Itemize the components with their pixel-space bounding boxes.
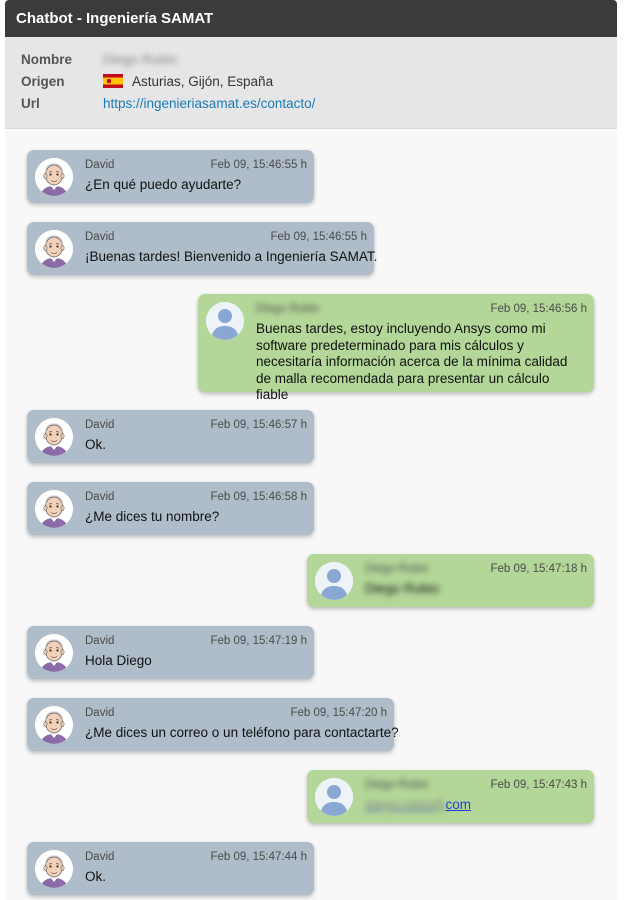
chat-transcript-window: Chatbot - Ingeniería SAMAT Nombre Diego … xyxy=(5,0,617,900)
message-sender: Diego Rubio xyxy=(365,563,429,575)
message-sender: David xyxy=(85,231,115,243)
user-avatar-icon xyxy=(315,778,353,816)
bot-avatar xyxy=(35,490,73,528)
origen-label: Origen xyxy=(21,74,65,89)
message-text: diego.rubio@com xyxy=(365,797,471,814)
nombre-label: Nombre xyxy=(21,52,73,67)
visitor-url-link[interactable]: https://ingenieriasamat.es/contacto/ xyxy=(103,96,315,111)
user-avatar-icon xyxy=(315,562,353,600)
bot-avatar xyxy=(35,706,73,744)
message-timestamp: Feb 09, 15:47:43 h xyxy=(490,779,587,791)
bot-avatar xyxy=(35,634,73,672)
message-timestamp: Feb 09, 15:46:55 h xyxy=(210,159,307,171)
visitor-origin-value: Asturias, Gijón, España xyxy=(103,72,273,92)
bot-avatar xyxy=(35,850,73,888)
bot-avatar xyxy=(35,158,73,196)
user-avatar-icon xyxy=(206,302,244,340)
origin-text: Asturias, Gijón, España xyxy=(132,74,274,89)
message-text: Ok. xyxy=(85,437,107,452)
message-text: Hola Diego xyxy=(85,653,152,668)
message-text: ¿Me dices un correo o un teléfono para c… xyxy=(85,725,399,740)
contact-email-link[interactable]: diego.rubio@com xyxy=(365,797,471,812)
bot-avatar xyxy=(35,230,73,268)
message-timestamp: Feb 09, 15:47:18 h xyxy=(490,563,587,575)
message-text: ¿En qué puedo ayudarte? xyxy=(85,177,242,192)
message-timestamp: Feb 09, 15:46:57 h xyxy=(210,419,307,431)
email-visible-part: com xyxy=(445,797,472,812)
visitor-info-panel: Nombre Diego Rubio Origen Asturias, Gijó… xyxy=(5,37,617,129)
spain-flag-icon xyxy=(103,74,123,88)
message-text: Buenas tardes, estoy incluyendo Ansys co… xyxy=(256,321,568,402)
message-timestamp: Feb 09, 15:46:56 h xyxy=(490,303,587,315)
message-text: Diego Rubio xyxy=(365,581,440,596)
bot-message: David Feb 09, 15:46:55 h ¿En qué puedo a… xyxy=(27,150,314,203)
email-hidden-part: diego.rubio@ xyxy=(365,797,446,812)
message-timestamp: Feb 09, 15:47:20 h xyxy=(290,707,387,719)
message-timestamp: Feb 09, 15:47:19 h xyxy=(210,635,307,647)
message-sender: David xyxy=(85,159,115,171)
visitor-name-value: Diego Rubio xyxy=(103,52,178,67)
user-message: Diego Rubio Feb 09, 15:46:56 h Buenas ta… xyxy=(198,294,594,402)
message-text: ¿Me dices tu nombre? xyxy=(85,509,220,524)
window-title: Chatbot - Ingeniería SAMAT xyxy=(5,0,617,37)
message-timestamp: Feb 09, 15:46:55 h xyxy=(270,231,367,243)
bot-message: David Feb 09, 15:47:44 h Ok. xyxy=(27,842,314,895)
user-message: Diego Rubio Feb 09, 15:47:18 h Diego Rub… xyxy=(307,554,594,607)
message-sender: David xyxy=(85,851,115,863)
user-message: Diego Rubio Feb 09, 15:47:43 h diego.rub… xyxy=(307,770,594,823)
url-label: Url xyxy=(21,96,40,111)
message-sender: Diego Rubio xyxy=(256,303,320,315)
message-text: ¡Buenas tardes! Bienvenido a Ingeniería … xyxy=(85,249,378,264)
bot-message: David Feb 09, 15:46:55 h ¡Buenas tardes!… xyxy=(27,222,378,275)
bot-message: David Feb 09, 15:46:57 h Ok. xyxy=(27,410,314,463)
message-timestamp: Feb 09, 15:46:58 h xyxy=(210,491,307,503)
message-timestamp: Feb 09, 15:47:44 h xyxy=(210,851,307,863)
message-sender: David xyxy=(85,635,115,647)
bot-avatar xyxy=(35,418,73,456)
bot-message: David Feb 09, 15:47:20 h ¿Me dices un co… xyxy=(27,698,399,751)
message-sender: Diego Rubio xyxy=(365,779,429,791)
message-sender: David xyxy=(85,491,115,503)
bot-message: David Feb 09, 15:47:19 h Hola Diego xyxy=(27,626,314,679)
message-text: Ok. xyxy=(85,869,107,884)
message-sender: David xyxy=(85,707,115,719)
message-sender: David xyxy=(85,419,115,431)
bot-message: David Feb 09, 15:46:58 h ¿Me dices tu no… xyxy=(27,482,314,535)
